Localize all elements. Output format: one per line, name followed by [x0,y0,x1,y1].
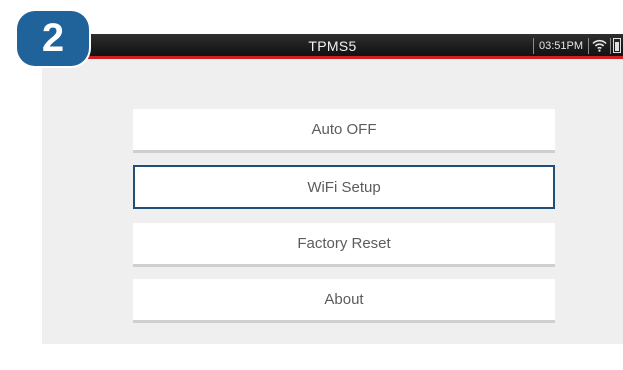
menu-item-about[interactable]: About [133,279,555,323]
menu-item-wifi-setup[interactable]: WiFi Setup [133,165,555,209]
menu-item-label: Auto OFF [311,121,377,138]
clock: 03:51PM [538,39,583,52]
status-divider [532,37,534,54]
menu-item-label: WiFi Setup [307,178,381,196]
status-bar: TPMS5 03:51PM [42,34,623,59]
menu-item-label: About [324,291,364,308]
menu-item-factory-reset[interactable]: Factory Reset [133,223,555,267]
wifi-icon [591,38,608,54]
menu-item-label: Factory Reset [297,235,391,252]
status-divider [610,37,611,54]
device-screen: TPMS5 03:51PM Auto OFF WiFi Setup Factor… [42,34,623,344]
step-number-badge: 2 [17,11,89,66]
menu-item-auto-off[interactable]: Auto OFF [133,109,555,153]
status-indicators: 03:51PM [532,34,623,57]
status-divider [588,37,589,54]
battery-icon [613,38,621,53]
